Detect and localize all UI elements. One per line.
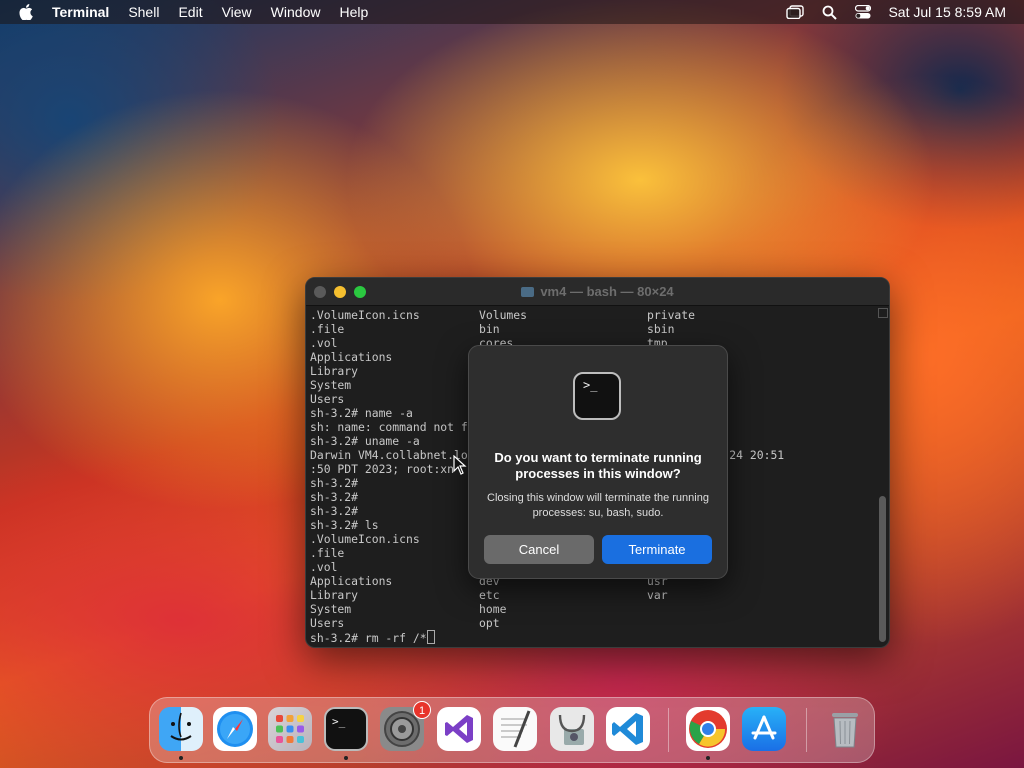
terminal-cell: bin (479, 322, 500, 336)
terminal-cell: private (647, 308, 696, 322)
terminal-cell: Volumes (479, 308, 528, 322)
menu-bar: Terminal Shell Edit View Window Help Sat… (0, 0, 1024, 24)
text-cursor (426, 630, 435, 644)
terminal-line: Users opt (310, 616, 875, 630)
terminal-prompt-text: sh-3.2# rm -rf /* (310, 631, 427, 645)
menu-window[interactable]: Window (271, 4, 321, 20)
terminal-app-icon: >_ (573, 372, 621, 420)
svg-text:>_: >_ (332, 715, 346, 728)
textedit-icon[interactable] (493, 707, 537, 751)
terminal-cell: var (647, 588, 668, 602)
terminal-cell: sh-3.2# (310, 490, 359, 504)
menu-clock[interactable]: Sat Jul 15 8:59 AM (888, 4, 1006, 20)
terminal-dock-icon[interactable]: >_ (324, 707, 368, 751)
terminal-cell: Darwin VM4.collabnet.lo (310, 448, 468, 462)
terminal-cell: sbin (647, 322, 675, 336)
terminal-scrollbar[interactable] (877, 308, 888, 646)
cancel-button[interactable]: Cancel (484, 535, 594, 564)
terminal-cell: System (310, 378, 352, 392)
search-icon[interactable] (820, 3, 838, 21)
folder-icon (521, 287, 535, 297)
menu-edit[interactable]: Edit (178, 4, 202, 20)
window-titlebar[interactable]: vm4 — bash — 80×24 (306, 278, 889, 306)
terminal-prompt-line: sh-3.2# rm -rf /* (310, 630, 875, 645)
terminal-cell: sh-3.2# ls (310, 518, 379, 532)
terminal-cell: sh-3.2# name -a (310, 406, 413, 420)
terminal-line: .file bin sbin (310, 322, 875, 336)
terminal-cell: Users (310, 392, 345, 406)
app-store-icon[interactable] (742, 707, 786, 751)
menu-view[interactable]: View (222, 4, 252, 20)
dialog-title: Do you want to terminate running process… (494, 450, 702, 481)
terminal-cell: :50 PDT 2023; root:xn (310, 462, 455, 476)
screen-mirroring-icon[interactable] (786, 3, 805, 21)
dialog-message: Closing this window will terminate the r… (487, 492, 709, 519)
menu-app-name[interactable]: Terminal (52, 4, 109, 20)
terminal-cell: opt (479, 616, 500, 630)
control-center-icon[interactable] (854, 3, 872, 21)
terminal-cell: .vol (310, 336, 338, 350)
terminal-cell: System (310, 602, 352, 616)
disk-utility-icon[interactable] (550, 707, 594, 751)
terminal-cell: .VolumeIcon.icns (310, 308, 420, 322)
safari-icon[interactable] (213, 707, 257, 751)
menu-help[interactable]: Help (339, 4, 368, 20)
terminal-cell: etc (479, 588, 500, 602)
terminate-button[interactable]: Terminate (602, 535, 712, 564)
scrollbar-thumb[interactable] (879, 496, 886, 642)
terminal-cell: home (479, 602, 507, 616)
dock-separator-2 (806, 708, 807, 752)
vscode-icon[interactable] (606, 707, 650, 751)
terminal-cell: .file (310, 546, 345, 560)
dock-separator (668, 708, 669, 752)
grid-icon (878, 308, 888, 318)
settings-notification-badge: 1 (413, 701, 431, 719)
launchpad-icon[interactable] (268, 707, 312, 751)
terminal-prompt-glyph: >_ (583, 378, 598, 392)
terminal-cell: .file (310, 322, 345, 336)
mouse-pointer-icon (453, 454, 467, 475)
chrome-icon[interactable] (686, 707, 730, 751)
terminal-cell: Library (310, 588, 359, 602)
terminal-cell: Library (310, 364, 359, 378)
terminal-cell: .vol (310, 560, 338, 574)
terminal-cell: sh-3.2# (310, 476, 359, 490)
chrome-running-dot (706, 756, 710, 760)
finder-icon[interactable] (159, 707, 203, 751)
terminal-cell: sh-3.2# uname -a (310, 434, 420, 448)
terminal-cell: Users (310, 616, 345, 630)
terminal-cell: .VolumeIcon.icns (310, 532, 420, 546)
dock: >_ 1 (149, 697, 875, 763)
terminate-dialog: >_ Do you want to terminate running proc… (468, 345, 728, 579)
terminal-running-dot (344, 756, 348, 760)
terminal-line: System home (310, 602, 875, 616)
trash-icon[interactable] (823, 707, 867, 751)
window-title-text: vm4 — bash — 80×24 (540, 284, 674, 299)
visual-studio-icon[interactable] (437, 707, 481, 751)
terminal-cell: Applications (310, 574, 393, 588)
finder-running-dot (179, 756, 183, 760)
menu-shell[interactable]: Shell (128, 4, 159, 20)
terminal-cell: sh-3.2# (310, 504, 359, 518)
terminal-cell: sh: name: command not f (310, 420, 468, 434)
terminal-line: .VolumeIcon.icns Volumes private (310, 308, 875, 322)
terminal-line: Library etc var (310, 588, 875, 602)
terminal-cell: Applications (310, 350, 393, 364)
apple-menu-icon[interactable] (18, 4, 34, 20)
window-title: vm4 — bash — 80×24 (306, 284, 889, 299)
